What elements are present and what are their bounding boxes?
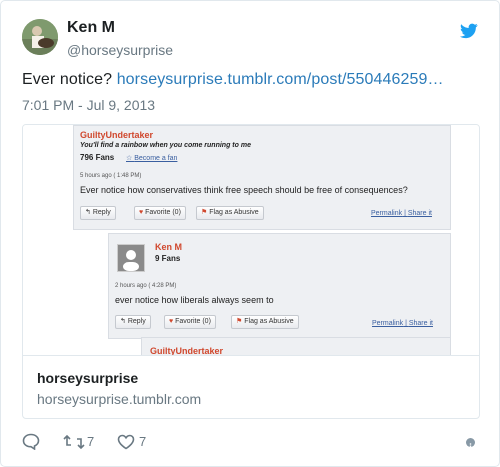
heart-icon: ♥	[169, 318, 174, 325]
favorite-label: Favorite (0)	[175, 318, 211, 325]
author-name[interactable]: Ken M	[67, 19, 115, 37]
permalink-label: Permalink	[371, 210, 403, 217]
become-fan-label: Become a fan	[134, 155, 178, 162]
retweet-icon	[63, 434, 85, 450]
comment-panel: GuiltyUndertaker You'll find a rainbow w…	[73, 125, 451, 230]
reply-icon[interactable]	[22, 433, 40, 455]
heart-icon: ♥	[139, 209, 144, 216]
flag-label: Flag as Abusive	[244, 318, 294, 325]
reply-button: ↰ Reply	[115, 315, 151, 329]
reply-label: Reply	[92, 209, 111, 216]
default-avatar	[117, 244, 145, 272]
card-url[interactable]: horseysurprise.tumblr.com	[37, 391, 201, 407]
comment-time: 2 hours ago ( 4:28 PM)	[115, 283, 177, 289]
share-label: Share it	[408, 320, 433, 327]
permalink-link: Permalink | Share it	[372, 320, 433, 327]
comment-username: GuiltyUndertaker	[80, 130, 154, 140]
retweet-count: 7	[87, 434, 95, 449]
share-label: Share it	[407, 210, 432, 217]
comment-text: ever notice how liberals always seem to	[115, 295, 274, 305]
user-tagline: You'll find a rainbow when you come runn…	[80, 142, 251, 149]
favorite-button: ♥ Favorite (0)	[164, 315, 216, 329]
flag-icon: ⚑	[236, 318, 243, 325]
favorite-label: Favorite (0)	[145, 209, 181, 216]
info-icon[interactable]	[466, 438, 475, 450]
twitter-bird-icon[interactable]	[460, 23, 478, 39]
comment-username: Ken M	[155, 242, 182, 252]
flag-button: ⚑ Flag as Abusive	[196, 206, 264, 220]
heart-icon	[117, 434, 135, 450]
tweet-timestamp[interactable]: 7:01 PM - Jul 9, 2013	[22, 97, 155, 113]
flag-label: Flag as Abusive	[209, 209, 259, 216]
tweet-link[interactable]: horseysurprise.tumblr.com/post/550446259…	[117, 71, 444, 88]
comment-username: GuiltyUndertaker	[150, 346, 224, 356]
like-count: 7	[139, 434, 147, 449]
flag-icon: ⚑	[201, 209, 208, 216]
fan-count: 9 Fans	[155, 254, 181, 263]
comment-time: 5 hours ago ( 1:48 PM)	[80, 173, 142, 179]
author-handle[interactable]: @horseysurprise	[67, 42, 173, 58]
fan-count: 796 Fans	[80, 153, 115, 162]
reply-button: ↰ Reply	[80, 206, 116, 220]
reply-label: Reply	[127, 318, 146, 325]
tweet-text: Ever notice? horseysurprise.tumblr.com/p…	[22, 71, 444, 89]
card-title[interactable]: horseysurprise	[37, 370, 138, 386]
comment-text: Ever notice how conservatives think free…	[80, 185, 408, 195]
tweet-text-prefix: Ever notice?	[22, 71, 117, 88]
flag-button: ⚑ Flag as Abusive	[231, 315, 299, 329]
favorite-button: ♥ Favorite (0)	[134, 206, 186, 220]
comment-panel: GuiltyUndertaker	[141, 337, 451, 356]
permalink-label: Permalink	[372, 320, 404, 327]
link-card[interactable]: GuiltyUndertaker You'll find a rainbow w…	[22, 124, 480, 419]
permalink-link: Permalink | Share it	[371, 210, 432, 217]
avatar[interactable]	[22, 19, 58, 55]
card-image: GuiltyUndertaker You'll find a rainbow w…	[23, 125, 479, 356]
become-fan-link: ☆ Become a fan	[126, 155, 178, 162]
comment-panel: Ken M 9 Fans 2 hours ago ( 4:28 PM) ever…	[108, 233, 451, 339]
embedded-tweet: Ken M @horseysurprise Ever notice? horse…	[0, 0, 500, 467]
